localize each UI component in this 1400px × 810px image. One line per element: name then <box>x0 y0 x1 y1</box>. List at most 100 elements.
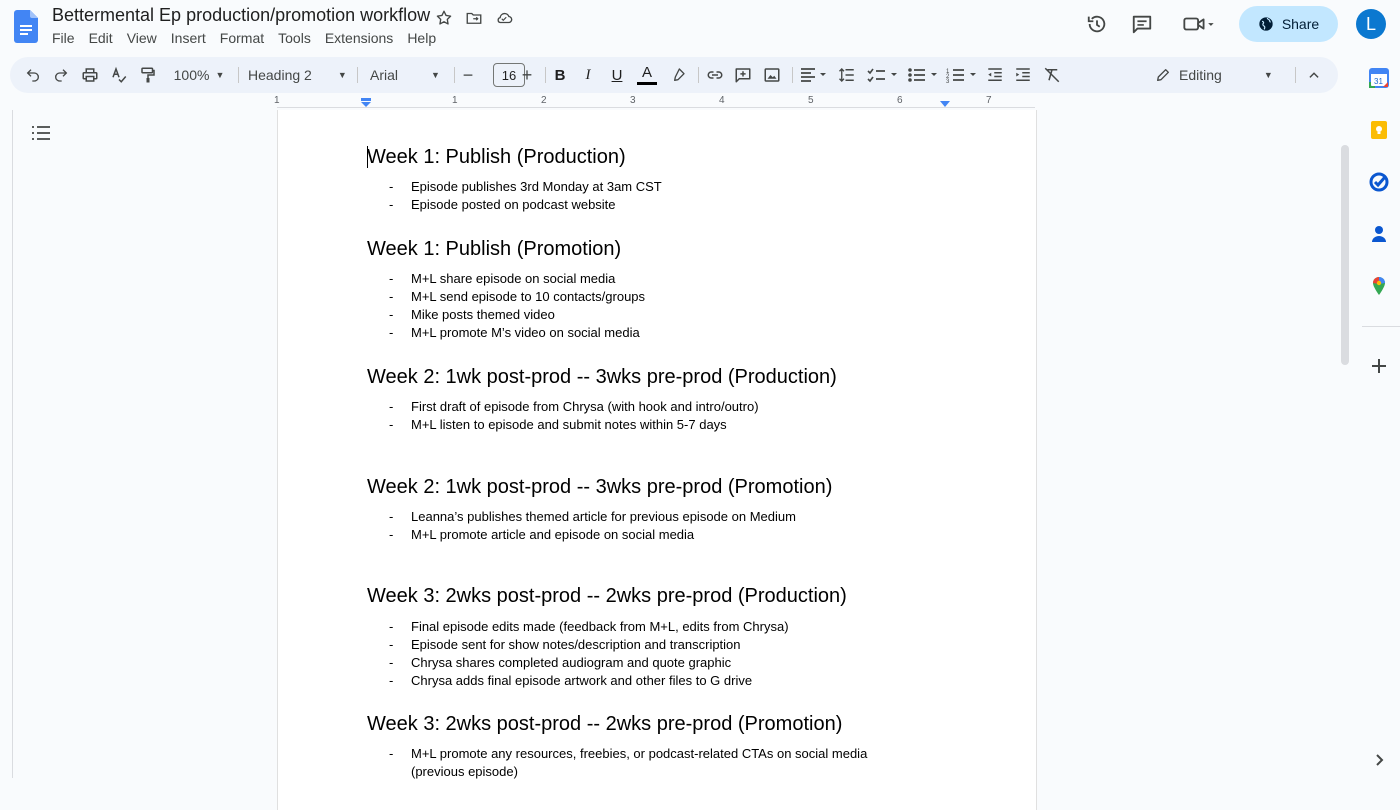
list-item-text: M+L share episode on social media <box>411 271 616 286</box>
docs-logo-icon[interactable] <box>14 10 38 43</box>
list-item[interactable]: - Mike posts themed video <box>389 307 555 322</box>
undo-icon[interactable] <box>22 57 44 93</box>
link-icon[interactable] <box>704 57 726 93</box>
star-icon[interactable] <box>434 8 454 28</box>
collapse-toolbar-icon[interactable] <box>1303 57 1325 93</box>
decrease-font-size-button[interactable]: − <box>460 57 476 93</box>
list-item[interactable]: - Episode posted on podcast website <box>389 197 616 212</box>
ruler-number: 1 <box>274 95 280 106</box>
ruler-number: 6 <box>897 95 903 106</box>
italic-button[interactable]: I <box>579 57 597 93</box>
decrease-indent-icon[interactable] <box>984 57 1006 93</box>
list-item[interactable]: - M+L share episode on social media <box>389 271 615 286</box>
spellcheck-icon[interactable] <box>108 57 130 93</box>
increase-indent-icon[interactable] <box>1012 57 1034 93</box>
right-indent-marker[interactable] <box>939 100 951 108</box>
section-heading[interactable]: Week 1: Publish (Production) <box>367 146 626 169</box>
ruler-number: 2 <box>541 95 547 106</box>
comments-icon[interactable] <box>1122 4 1162 44</box>
list-item-text: M+L promote M’s video on social media <box>411 325 640 340</box>
increase-font-size-button[interactable]: + <box>519 57 535 93</box>
print-icon[interactable] <box>79 57 101 93</box>
menu-help[interactable]: Help <box>407 30 443 46</box>
bullet-dash: - <box>389 197 394 212</box>
editing-mode-select[interactable]: Editing ▼ <box>1155 57 1275 93</box>
move-folder-icon[interactable] <box>464 8 484 28</box>
left-indent-marker[interactable] <box>360 98 372 108</box>
list-item[interactable]: - Leanna’s publishes themed article for p… <box>389 509 796 524</box>
list-item[interactable]: - M+L listen to episode and submit notes … <box>389 417 727 432</box>
paint-format-icon[interactable] <box>137 57 159 93</box>
side-panel-divider <box>1362 326 1400 327</box>
share-button[interactable]: Share <box>1239 6 1338 42</box>
calendar-icon[interactable]: 31 <box>1369 68 1389 88</box>
version-history-icon[interactable] <box>1077 4 1117 44</box>
ruler-number: 7 <box>986 95 992 106</box>
list-item[interactable]: - M+L promote M’s video on social media <box>389 325 640 340</box>
list-item[interactable]: - Chrysa adds final episode artwork and o… <box>389 673 752 688</box>
insert-image-icon[interactable] <box>761 57 783 93</box>
horizontal-ruler[interactable]: 1 1 2 3 4 5 6 7 <box>274 94 1035 110</box>
font-select[interactable]: Arial ▼ <box>370 57 442 93</box>
bullet-dash: - <box>389 179 394 194</box>
menu-format[interactable]: Format <box>220 30 271 46</box>
list-item[interactable]: - M+L promote any resources, freebies, or… <box>389 746 867 761</box>
section-heading[interactable]: Week 3: 2wks post-prod -- 2wks pre-prod … <box>367 585 847 608</box>
cloud-status-icon[interactable] <box>494 8 514 28</box>
vertical-ruler[interactable] <box>0 110 13 778</box>
list-item[interactable]: (previous episode) <box>389 764 518 779</box>
menu-extensions[interactable]: Extensions <box>325 30 400 46</box>
chevron-right-icon[interactable] <box>1369 750 1389 770</box>
add-comment-icon[interactable] <box>732 57 754 93</box>
keep-icon[interactable] <box>1369 120 1389 140</box>
list-item[interactable]: - Chrysa shares completed audiogram and q… <box>389 655 731 670</box>
bold-button[interactable]: B <box>551 57 569 93</box>
menu-tools[interactable]: Tools <box>278 30 318 46</box>
maps-icon[interactable] <box>1369 276 1389 296</box>
ruler-number: 5 <box>808 95 814 106</box>
menu-file[interactable]: File <box>52 30 82 46</box>
contacts-icon[interactable] <box>1369 224 1389 244</box>
vertical-scrollbar[interactable] <box>1341 145 1349 365</box>
clear-formatting-icon[interactable] <box>1041 57 1063 93</box>
align-icon[interactable] <box>797 57 831 93</box>
tasks-icon[interactable] <box>1369 172 1389 192</box>
section-heading[interactable]: Week 2: 1wk post-prod -- 3wks pre-prod (… <box>367 366 837 389</box>
checklist-icon[interactable] <box>866 57 900 93</box>
redo-icon[interactable] <box>50 57 72 93</box>
line-spacing-icon[interactable] <box>836 57 858 93</box>
bullet-dash: - <box>389 527 394 542</box>
highlight-icon[interactable] <box>668 57 688 93</box>
style-select[interactable]: Heading 2 ▼ <box>248 57 348 93</box>
bullet-dash: - <box>389 289 394 304</box>
list-item[interactable]: - M+L promote article and episode on soci… <box>389 527 694 542</box>
section-heading[interactable]: Week 2: 1wk post-prod -- 3wks pre-prod (… <box>367 476 832 499</box>
bullet-dash: - <box>389 271 394 286</box>
bullet-dash: - <box>389 399 394 414</box>
list-item-text: M+L listen to episode and submit notes w… <box>411 417 727 432</box>
add-addon-icon[interactable] <box>1369 356 1389 376</box>
menu-edit[interactable]: Edit <box>89 30 120 46</box>
section-heading[interactable]: Week 1: Publish (Promotion) <box>367 238 621 261</box>
zoom-select[interactable]: 100% ▼ <box>168 57 230 93</box>
bullet-dash: - <box>389 746 394 761</box>
section-heading[interactable]: Week 3: 2wks post-prod -- 2wks pre-prod … <box>367 713 842 736</box>
menu-insert[interactable]: Insert <box>171 30 213 46</box>
list-item[interactable]: - First draft of episode from Chrysa (wit… <box>389 399 759 414</box>
meet-icon[interactable] <box>1174 4 1224 44</box>
document-title[interactable]: Bettermental Ep production/promotion wor… <box>52 5 430 26</box>
bulleted-list-icon[interactable] <box>906 57 940 93</box>
menu-view[interactable]: View <box>127 30 164 46</box>
document-page[interactable] <box>277 110 1037 810</box>
avatar[interactable]: L <box>1356 9 1386 39</box>
document-outline-icon[interactable] <box>32 125 50 146</box>
numbered-list-icon[interactable]: 123 <box>945 57 979 93</box>
list-item[interactable]: - Episode publishes 3rd Monday at 3am CST <box>389 179 662 194</box>
text-color-button[interactable]: A <box>637 57 657 93</box>
underline-button[interactable]: U <box>608 57 626 93</box>
list-item-text: Chrysa shares completed audiogram and qu… <box>411 655 732 670</box>
list-item[interactable]: - Episode sent for show notes/description… <box>389 637 741 652</box>
list-item[interactable]: - Final episode edits made (feedback from… <box>389 619 789 634</box>
list-item-text: Episode sent for show notes/description … <box>411 637 741 652</box>
list-item[interactable]: - M+L send episode to 10 contacts/groups <box>389 289 645 304</box>
